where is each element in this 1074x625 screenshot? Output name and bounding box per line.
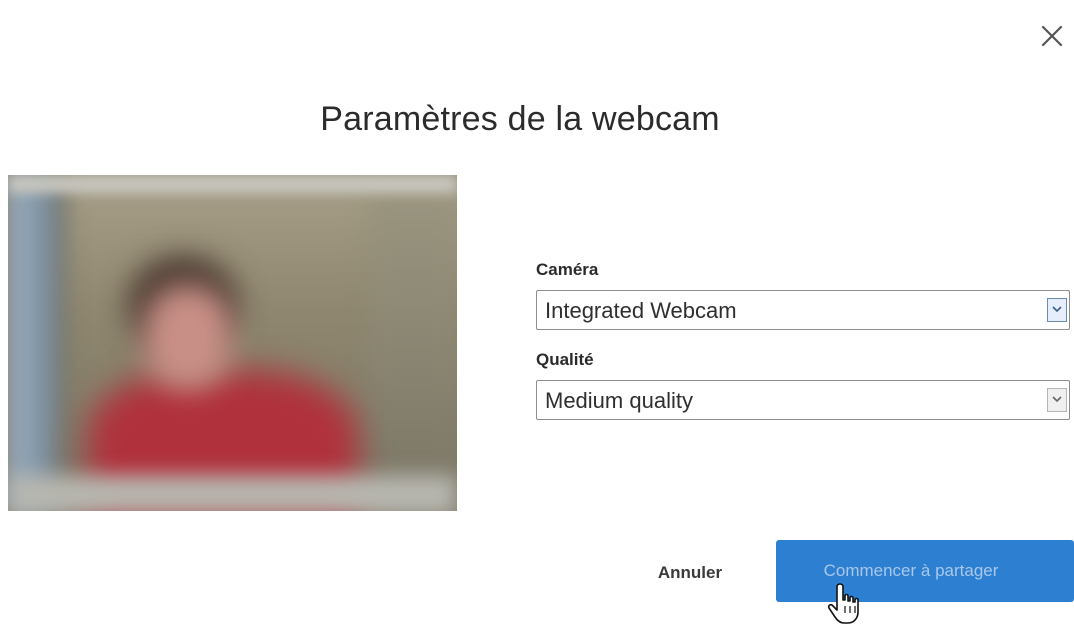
close-icon [1041, 25, 1063, 47]
quality-select-value: Medium quality [545, 388, 693, 413]
webcam-preview [8, 175, 457, 511]
camera-select[interactable]: Integrated Webcam [536, 290, 1070, 330]
quality-label: Qualité [536, 350, 594, 369]
webcam-settings-form: Caméra Integrated Webcam Qualité Medium … [536, 258, 1074, 420]
camera-label: Caméra [536, 260, 599, 279]
cancel-button[interactable]: Annuler [640, 555, 740, 591]
chevron-down-icon[interactable] [1047, 388, 1067, 412]
camera-select-value: Integrated Webcam [545, 298, 737, 323]
start-sharing-label: Commencer à partager [823, 561, 999, 580]
close-button[interactable] [1036, 20, 1068, 52]
start-sharing-button[interactable]: Commencer à partager [776, 540, 1074, 602]
dialog-title: Paramètres de la webcam [320, 100, 720, 138]
chevron-down-icon[interactable] [1047, 298, 1067, 322]
quality-select[interactable]: Medium quality [536, 380, 1070, 420]
